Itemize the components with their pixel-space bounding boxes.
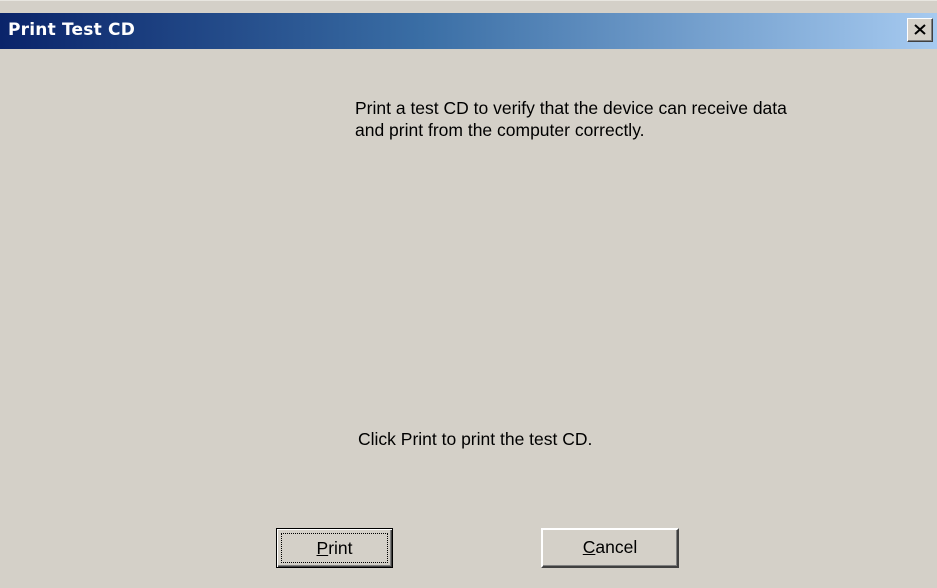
print-button-label: Print: [317, 538, 353, 558]
print-mnemonic: P: [316, 538, 329, 558]
print-button[interactable]: Print: [276, 528, 393, 568]
cancel-label-rest: ancel: [595, 537, 638, 557]
print-label-rest: rint: [328, 538, 353, 558]
close-icon: [914, 24, 926, 35]
close-button[interactable]: [907, 18, 933, 42]
cancel-button[interactable]: Cancel: [541, 528, 679, 568]
window-title: Print Test CD: [8, 20, 136, 40]
print-test-cd-dialog: Print Test CD Print a test CD to verify …: [0, 0, 937, 588]
cancel-mnemonic: C: [582, 537, 596, 557]
description-line-2: and print from the computer correctly.: [355, 120, 645, 140]
title-bar[interactable]: Print Test CD: [0, 13, 937, 49]
description-line-1: Print a test CD to verify that the devic…: [355, 98, 787, 118]
cancel-button-label: Cancel: [583, 537, 637, 557]
instruction-text: Click Print to print the test CD.: [358, 429, 593, 449]
